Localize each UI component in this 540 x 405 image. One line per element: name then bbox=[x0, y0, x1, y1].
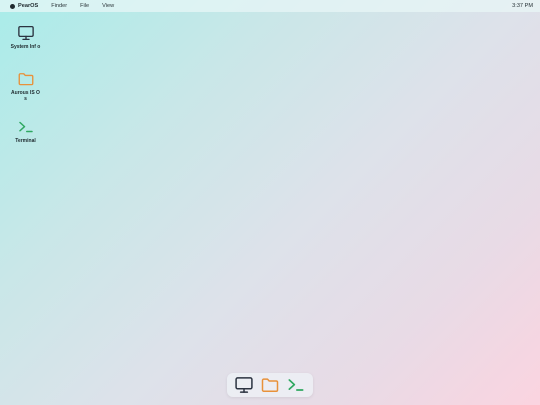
apple-menu[interactable]: PearOS bbox=[10, 3, 38, 9]
menu-view[interactable]: View bbox=[102, 3, 114, 9]
desktop: PearOS Finder File View 3:37 PM System I… bbox=[0, 0, 540, 405]
desktop-icon-system-info[interactable]: System Inf o bbox=[10, 24, 41, 50]
desktop-icon-aurous-isos[interactable]: Aurous IS Os bbox=[10, 70, 41, 102]
desktop-icon-label: Aurous IS Os bbox=[11, 90, 40, 102]
folder-icon bbox=[261, 378, 279, 392]
desktop-icon-label: System Inf o bbox=[10, 44, 41, 50]
dock-item-files[interactable] bbox=[260, 375, 281, 396]
dock-item-system-info[interactable] bbox=[234, 375, 255, 396]
menu-file[interactable]: File bbox=[80, 3, 89, 9]
dock bbox=[227, 373, 313, 397]
monitor-icon bbox=[17, 25, 34, 41]
monitor-icon bbox=[235, 377, 253, 393]
pear-logo-icon bbox=[10, 3, 15, 9]
desktop-icon-terminal[interactable]: Terminal bbox=[10, 118, 41, 144]
folder-icon bbox=[18, 73, 33, 86]
dock-item-terminal[interactable] bbox=[286, 375, 307, 396]
terminal-icon bbox=[18, 121, 33, 133]
desktop-icon-label: Terminal bbox=[15, 138, 36, 144]
menu-clock[interactable]: 3:37 PM bbox=[512, 0, 533, 12]
brand-label: PearOS bbox=[18, 3, 39, 9]
terminal-icon bbox=[288, 379, 304, 391]
menu-finder[interactable]: Finder bbox=[51, 3, 67, 9]
menu-bar: PearOS Finder File View 3:37 PM bbox=[0, 0, 540, 12]
